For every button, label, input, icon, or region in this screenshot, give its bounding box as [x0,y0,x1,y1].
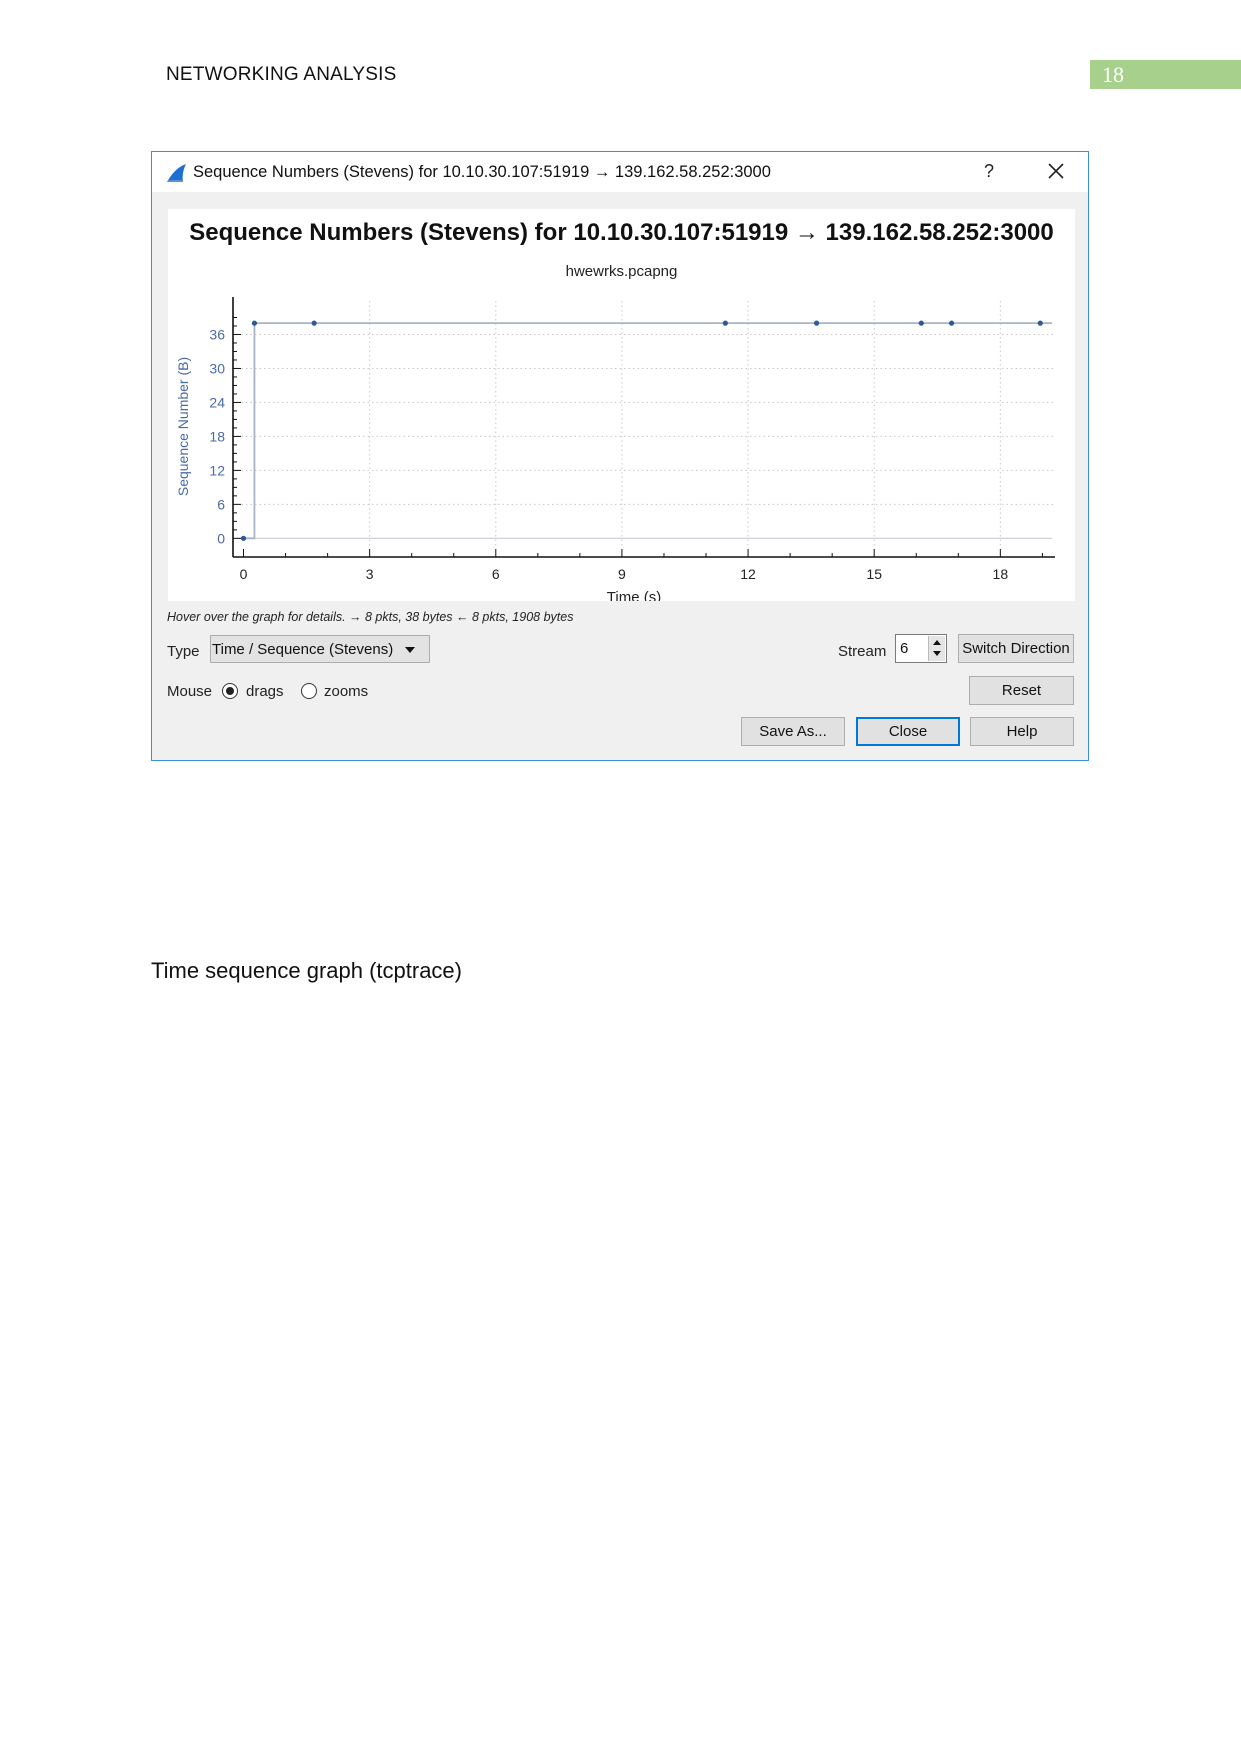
mouse-drags-radio[interactable] [222,683,238,699]
sequence-numbers-dialog: Sequence Numbers (Stevens) for 10.10.30.… [151,151,1089,761]
help-button[interactable]: Help [970,717,1074,746]
series-line [243,322,1052,540]
dialog-titlebar: Sequence Numbers (Stevens) for 10.10.30.… [152,152,1088,192]
stepper-down-icon[interactable] [933,651,941,656]
stream-label: Stream [838,643,887,660]
wireshark-fin-icon [167,164,186,182]
data-point [311,320,317,326]
y-tick-label: 12 [209,462,225,478]
x-tick-label: 6 [492,566,500,582]
stream-value[interactable]: 6 [900,640,908,657]
data-point [240,535,247,541]
x-tick-label: 9 [618,566,626,582]
chart-svg: 0612182430360 3 6 9 12 15 18Time (s)Sequence N… [175,297,1055,601]
stream-spinbox[interactable]: 6 [895,634,947,663]
y-axis-label: Sequence Number (B) [175,357,191,496]
mouse-zooms-radio[interactable] [301,683,317,699]
x-tick-label: 15 [866,566,882,582]
help-question-icon[interactable]: ? [984,161,994,182]
y-tick-label: 24 [209,394,225,410]
stepper-up-icon[interactable] [933,640,941,645]
mouse-label: Mouse [167,683,213,700]
mouse-drags-label[interactable]: drags [246,683,284,700]
data-point [918,320,924,326]
x-axis-label: Time (s) [607,589,661,601]
x-tick-label: 3 [366,566,374,582]
figure-caption: Time sequence graph (tcptrace) [151,958,462,983]
data-point [1037,320,1043,326]
page-header-title: NETWORKING ANALYSIS [166,64,397,85]
y-tick-label: 30 [209,360,225,376]
graph-type-value: Time / Sequence (Stevens) [212,641,394,658]
close-icon[interactable] [1045,158,1067,184]
chevron-down-icon [405,647,415,653]
graph-type-select[interactable]: Time / Sequence (Stevens) [210,635,430,663]
graph-area[interactable]: Sequence Numbers (Stevens) for 10.10.30.… [168,209,1075,601]
x-tick-label: 18 [993,566,1009,582]
y-tick-label: 36 [209,326,225,342]
reset-button[interactable]: Reset [969,676,1074,705]
y-tick-label: 18 [209,428,225,444]
close-button[interactable]: Close [856,717,960,746]
data-point [813,320,820,326]
hover-status-text: Hover over the graph for details. → 8 pk… [167,610,574,624]
switch-direction-button[interactable]: Switch Direction [958,634,1074,663]
dialog-title: Sequence Numbers (Stevens) for 10.10.30.… [193,163,771,181]
y-tick-label: 6 [217,496,225,512]
x-tick-label: 0 [240,566,248,582]
x-tick-label: 12 [740,566,756,582]
stream-stepper[interactable] [928,636,945,661]
mouse-zooms-label[interactable]: zooms [324,683,368,700]
y-tick-label: 0 [217,530,225,546]
page-number: 18 [1102,62,1124,87]
data-point [722,320,728,326]
data-point [948,320,955,326]
data-point [251,320,258,326]
save-as-button[interactable]: Save As... [741,717,845,746]
page-number-badge: 18 [1090,60,1241,89]
type-label: Type [167,643,200,660]
